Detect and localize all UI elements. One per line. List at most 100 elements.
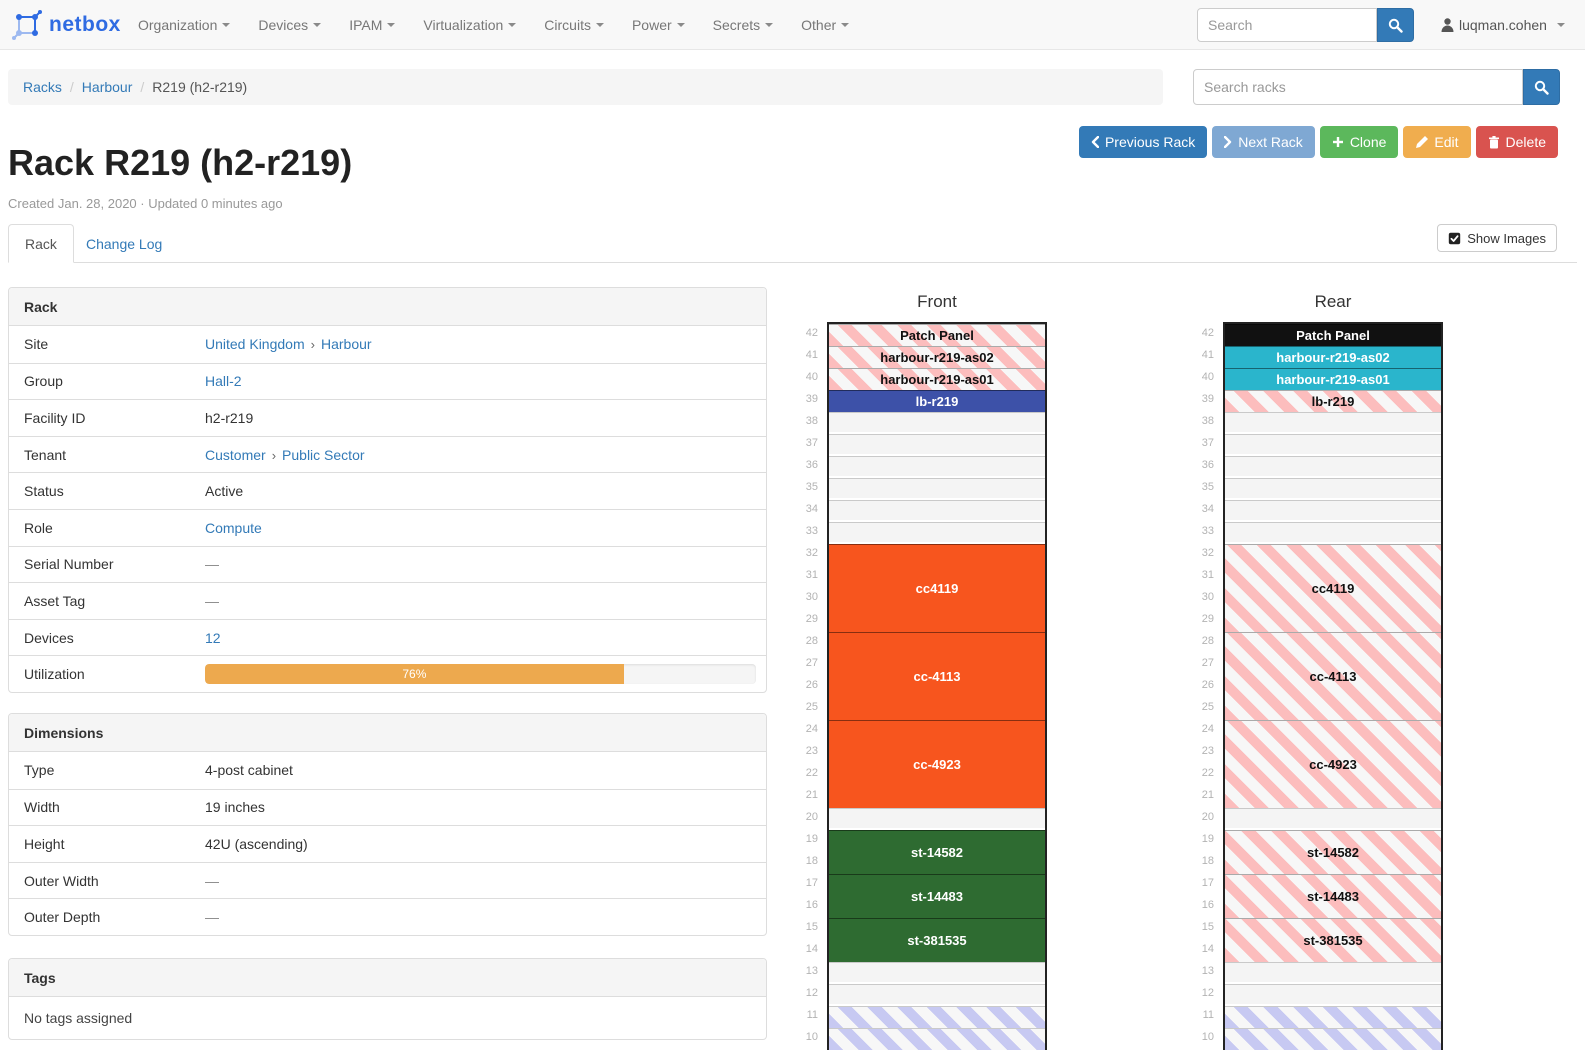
device-rear-harbour-r219-as02[interactable]: harbour-r219-as02: [1225, 346, 1441, 368]
value-link[interactable]: Public Sector: [282, 447, 364, 463]
device-front-harbour-r219-as01[interactable]: harbour-r219-as01: [829, 368, 1045, 390]
device-rear-st-381535[interactable]: st-381535: [1225, 918, 1441, 962]
device-front-st-14582[interactable]: st-14582: [829, 830, 1045, 874]
front-elevation: Patch Panelharbour-r219-as02harbour-r219…: [827, 322, 1047, 1050]
tags-panel: Tags No tags assigned: [8, 958, 767, 1040]
empty-slot[interactable]: [829, 500, 1045, 522]
nav-item-circuits[interactable]: Circuits: [530, 0, 618, 50]
edit-button[interactable]: Edit: [1403, 126, 1470, 158]
nav-item-devices[interactable]: Devices: [244, 0, 335, 50]
device-front-lb-r219[interactable]: lb-r219: [829, 390, 1045, 412]
global-search-input[interactable]: [1197, 8, 1377, 42]
row-value: 76%: [205, 664, 766, 684]
user-menu[interactable]: luqman.cohen: [1441, 0, 1565, 50]
reservation-unit[interactable]: [829, 1028, 1045, 1050]
empty-slot[interactable]: [1225, 412, 1441, 434]
value-link[interactable]: 12: [205, 630, 221, 646]
value-link[interactable]: United Kingdom: [205, 336, 305, 352]
unit-number: 31: [1164, 564, 1214, 586]
unit-number: 38: [1164, 410, 1214, 432]
global-search-button[interactable]: [1377, 8, 1414, 42]
rack-panel: Rack SiteUnited Kingdom›HarbourGroupHall…: [8, 287, 767, 693]
device-rear-patch-panel[interactable]: Patch Panel: [1225, 324, 1441, 346]
netbox-brand[interactable]: netbox: [12, 0, 121, 50]
nav-item-organization[interactable]: Organization: [124, 0, 244, 50]
tab-change-log[interactable]: Change Log: [70, 224, 178, 263]
device-rear-lb-r219[interactable]: lb-r219: [1225, 390, 1441, 412]
empty-slot[interactable]: [829, 478, 1045, 500]
empty-slot[interactable]: [1225, 808, 1441, 830]
value-link[interactable]: Customer: [205, 447, 266, 463]
empty-slot[interactable]: [829, 456, 1045, 478]
unit-number: 16: [1164, 894, 1214, 916]
device-rear-cc-4113[interactable]: cc-4113: [1225, 632, 1441, 720]
device-front-cc-4113[interactable]: cc-4113: [829, 632, 1045, 720]
unit-number: 15: [1164, 916, 1214, 938]
device-rear-cc-4923[interactable]: cc-4923: [1225, 720, 1441, 808]
device-front-harbour-r219-as02[interactable]: harbour-r219-as02: [829, 346, 1045, 368]
unit-number: 37: [1164, 432, 1214, 454]
device-front-cc4119[interactable]: cc4119: [829, 544, 1045, 632]
value-link[interactable]: Compute: [205, 520, 262, 536]
tab-rack[interactable]: Rack: [8, 224, 74, 263]
value-link[interactable]: Hall-2: [205, 373, 242, 389]
empty-slot[interactable]: [1225, 500, 1441, 522]
empty-slot[interactable]: [1225, 962, 1441, 984]
unit-number: 11: [1164, 1004, 1214, 1026]
netbox-rack-page: netbox OrganizationDevicesIPAMVirtualiza…: [0, 0, 1585, 1050]
clone-button[interactable]: Clone: [1320, 126, 1399, 158]
unit-number: 35: [1164, 476, 1214, 498]
rack-search: [1193, 69, 1560, 105]
rack-panel-title: Rack: [9, 288, 766, 326]
device-front-patch-panel[interactable]: Patch Panel: [829, 324, 1045, 346]
delete-button[interactable]: Delete: [1476, 126, 1558, 158]
device-front-st-381535[interactable]: st-381535: [829, 918, 1045, 962]
previous-rack-button[interactable]: Previous Rack: [1079, 126, 1207, 158]
rack-search-input[interactable]: [1193, 69, 1523, 105]
empty-slot[interactable]: [829, 412, 1045, 434]
breadcrumb-link[interactable]: Harbour: [82, 79, 133, 95]
dimensions-panel: Dimensions Type4-post cabinetWidth19 inc…: [8, 713, 767, 936]
reservation-unit[interactable]: [1225, 1006, 1441, 1028]
empty-slot[interactable]: [1225, 456, 1441, 478]
row-label: Asset Tag: [9, 593, 205, 609]
unit-number: 42: [768, 322, 818, 344]
row-value: h2-r219: [205, 410, 766, 426]
panel-row: Height42U (ascending): [9, 825, 766, 862]
device-front-cc-4923[interactable]: cc-4923: [829, 720, 1045, 808]
global-search: [1197, 8, 1414, 42]
created-updated-meta: Created Jan. 28, 2020 · Updated 0 minute…: [8, 196, 283, 211]
breadcrumb-link[interactable]: Racks: [23, 79, 62, 95]
reservation-unit[interactable]: [1225, 1028, 1441, 1050]
trash-icon: [1488, 136, 1500, 149]
nav-item-virtualization[interactable]: Virtualization: [409, 0, 530, 50]
rack-search-button[interactable]: [1523, 69, 1560, 105]
empty-slot[interactable]: [1225, 478, 1441, 500]
nav-item-secrets[interactable]: Secrets: [699, 0, 787, 50]
device-front-st-14483[interactable]: st-14483: [829, 874, 1045, 918]
empty-slot[interactable]: [829, 808, 1045, 830]
nav-item-power[interactable]: Power: [618, 0, 699, 50]
device-rear-harbour-r219-as01[interactable]: harbour-r219-as01: [1225, 368, 1441, 390]
unit-number: 33: [768, 520, 818, 542]
empty-slot[interactable]: [829, 522, 1045, 544]
reservation-unit[interactable]: [829, 1006, 1045, 1028]
empty-slot[interactable]: [829, 984, 1045, 1006]
unit-number: 37: [768, 432, 818, 454]
empty-slot[interactable]: [829, 434, 1045, 456]
next-rack-button[interactable]: Next Rack: [1212, 126, 1315, 158]
empty-slot[interactable]: [1225, 434, 1441, 456]
plus-icon: [1332, 136, 1344, 148]
unit-number: 26: [768, 674, 818, 696]
device-rear-st-14582[interactable]: st-14582: [1225, 830, 1441, 874]
device-rear-cc4119[interactable]: cc4119: [1225, 544, 1441, 632]
nav-item-ipam[interactable]: IPAM: [335, 0, 409, 50]
empty-slot[interactable]: [829, 962, 1045, 984]
device-rear-st-14483[interactable]: st-14483: [1225, 874, 1441, 918]
empty-slot[interactable]: [1225, 984, 1441, 1006]
nav-item-other[interactable]: Other: [787, 0, 863, 50]
search-icon: [1388, 18, 1403, 33]
show-images-button[interactable]: Show Images: [1437, 224, 1557, 252]
empty-slot[interactable]: [1225, 522, 1441, 544]
value-link[interactable]: Harbour: [321, 336, 372, 352]
